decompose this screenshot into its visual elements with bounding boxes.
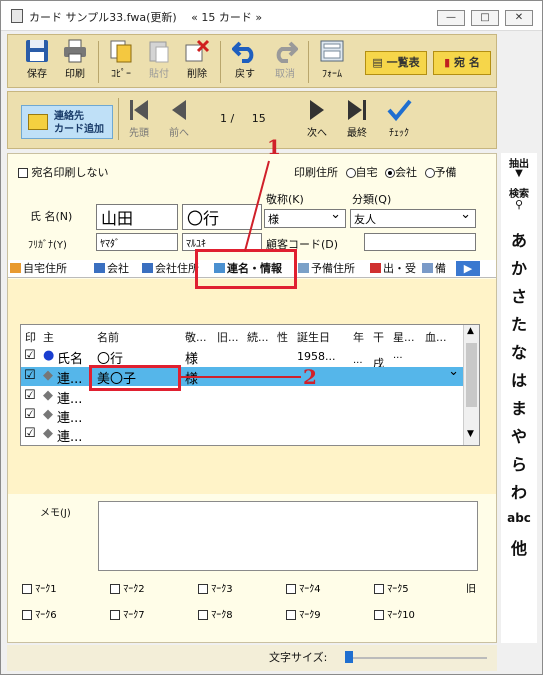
annotation-line-1 [244,160,270,252]
highlight-name-box [89,365,181,391]
annotation-number-2: 2 [303,365,317,389]
annotation-lines [179,160,301,378]
app-window: カード サンプル33.fwa(更新) « 15 カード » — □ ✕ 保存 印… [0,0,543,675]
annotation-number-1: 1 [267,135,281,159]
